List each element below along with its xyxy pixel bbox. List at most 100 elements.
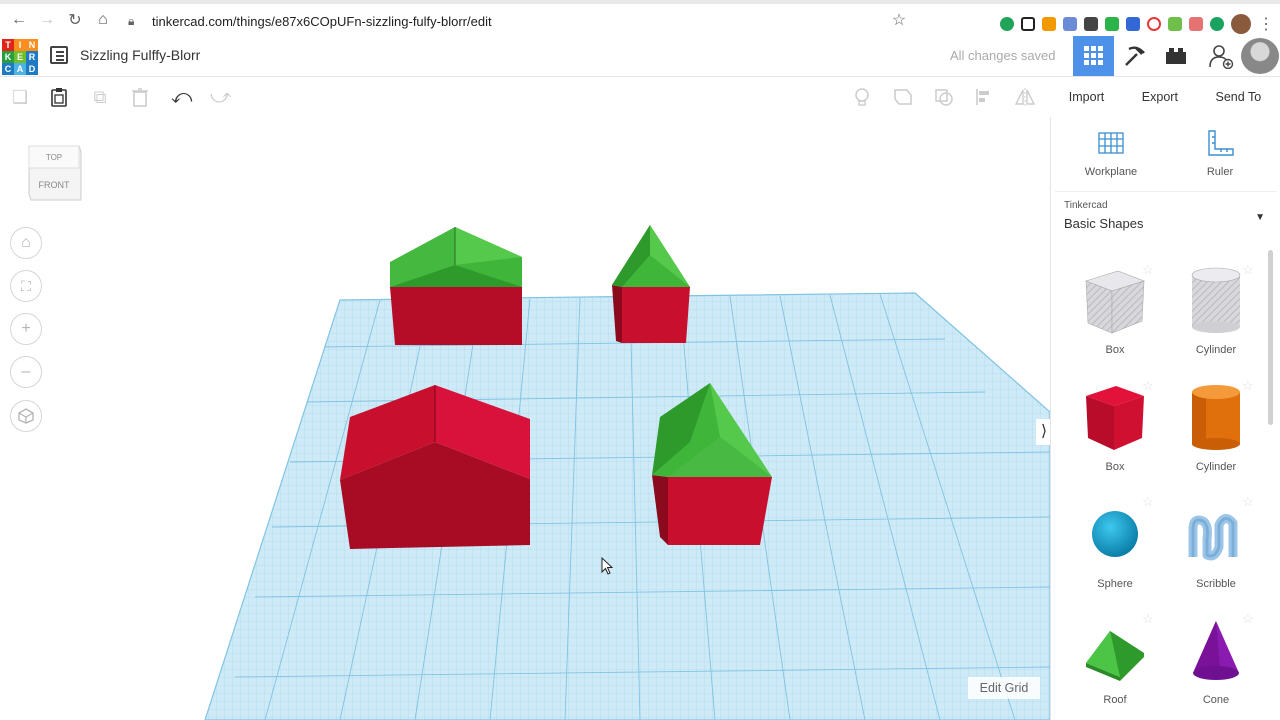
shape-label: Cylinder: [1195, 461, 1237, 473]
design-title[interactable]: Sizzling Fulffy-Blorr: [80, 47, 200, 63]
favorite-star-icon[interactable]: ☆: [1242, 494, 1254, 510]
lock-icon: 🔒︎: [128, 13, 135, 28]
extension-icon[interactable]: [1000, 17, 1014, 31]
house-back-right[interactable]: [612, 225, 690, 343]
box-icon: [1086, 386, 1144, 450]
shape-cylinder[interactable]: Cylinder: [1166, 382, 1266, 473]
extension-icon[interactable]: [1084, 17, 1098, 31]
workplane-grid: [204, 292, 1050, 720]
logo-letter: C: [2, 63, 14, 75]
favorite-star-icon[interactable]: ☆: [1142, 611, 1154, 627]
browser-toolbar: ← → ↻ ⌂ 🔒︎ tinkercad.com/things/e87x6COp…: [0, 0, 1280, 40]
tinkercad-logo[interactable]: T I N K E R C A D: [2, 39, 38, 75]
ungroup-icon[interactable]: [934, 87, 954, 107]
shape-category-selector[interactable]: Tinkercad Basic Shapes ▼: [1055, 191, 1277, 241]
shape-roof[interactable]: Roof: [1065, 615, 1165, 706]
shape-label: Scribble: [1196, 578, 1236, 590]
url-text: tinkercad.com/things/e87x6COpUFn-sizzlin…: [152, 13, 492, 29]
extension-icons: ⋮: [1000, 11, 1274, 37]
extension-icon[interactable]: [1042, 17, 1056, 31]
category-source: Tinkercad: [1064, 200, 1108, 211]
address-bar[interactable]: 🔒︎ tinkercad.com/things/e87x6COpUFn-sizz…: [120, 9, 920, 33]
ruler-icon: [1208, 130, 1234, 156]
save-status: All changes saved: [950, 48, 1056, 63]
logo-letter: R: [26, 51, 38, 63]
redo-icon[interactable]: ⤻: [210, 87, 231, 107]
logo-letter: D: [26, 63, 38, 75]
logo-letter: N: [26, 39, 38, 51]
send-to-button[interactable]: Send To: [1216, 90, 1262, 104]
extension-icon[interactable]: [1063, 17, 1077, 31]
export-button[interactable]: Export: [1142, 90, 1178, 104]
minus-icon: –: [21, 363, 31, 380]
extension-icon[interactable]: [1147, 17, 1161, 31]
ruler-label: Ruler: [1206, 166, 1234, 178]
3d-view-button[interactable]: [1073, 36, 1114, 76]
mirror-icon[interactable]: [1014, 87, 1036, 107]
cylinder-hole-icon: [1191, 267, 1241, 333]
copy-icon[interactable]: ❏: [10, 87, 30, 107]
shape-cylinder-hole[interactable]: Cylinder: [1166, 265, 1266, 356]
extension-icon[interactable]: [1210, 17, 1224, 31]
shape-sphere[interactable]: Sphere: [1065, 499, 1165, 590]
panel-scrollbar[interactable]: [1268, 250, 1273, 425]
reload-icon[interactable]: ↻: [62, 7, 88, 33]
view-cube[interactable]: TOP FRONT: [27, 142, 82, 202]
fit-view-button[interactable]: ⛶: [10, 270, 42, 302]
shape-box[interactable]: Box: [1065, 382, 1165, 473]
pickaxe-icon: [1124, 46, 1145, 66]
favorite-star-icon[interactable]: ☆: [1142, 262, 1154, 278]
bricks-view-button[interactable]: [1155, 36, 1196, 76]
extension-icon[interactable]: [1189, 17, 1203, 31]
perspective-button[interactable]: [10, 400, 42, 432]
zoom-out-button[interactable]: –: [10, 356, 42, 388]
workplane-tool[interactable]: Workplane: [1076, 129, 1146, 178]
profile-avatar[interactable]: [1231, 14, 1251, 34]
favorite-star-icon[interactable]: ☆: [1242, 611, 1254, 627]
zoom-in-button[interactable]: +: [10, 313, 42, 345]
extension-icon[interactable]: [1168, 17, 1182, 31]
blocks-view-button[interactable]: [1114, 36, 1155, 76]
viewcube-front-label: FRONT: [39, 180, 70, 190]
ruler-tool[interactable]: Ruler: [1185, 129, 1255, 178]
undo-icon[interactable]: ⤺: [171, 87, 192, 107]
duplicate-icon[interactable]: ⧉: [90, 87, 110, 107]
house-back-left[interactable]: [390, 227, 522, 345]
user-avatar[interactable]: [1241, 38, 1279, 74]
favorite-star-icon[interactable]: ☆: [1242, 378, 1254, 394]
shape-cone[interactable]: Cone: [1166, 615, 1266, 706]
add-collaborator-button[interactable]: [1200, 36, 1241, 76]
extension-icon[interactable]: [1126, 17, 1140, 31]
sphere-icon: [1092, 511, 1138, 557]
paste-icon[interactable]: [49, 87, 69, 107]
favorite-star-icon[interactable]: ☆: [1242, 262, 1254, 278]
home-view-button[interactable]: ⌂: [10, 227, 42, 259]
logo-letter: T: [2, 39, 14, 51]
group-icon[interactable]: [893, 87, 913, 107]
shape-box-hole[interactable]: Box: [1065, 265, 1165, 356]
design-list-icon[interactable]: [50, 46, 68, 64]
home-icon[interactable]: ⌂: [90, 7, 116, 33]
favorite-star-icon[interactable]: ☆: [1142, 378, 1154, 394]
add-user-icon: [1208, 45, 1233, 69]
browser-menu-icon[interactable]: ⋮: [1258, 11, 1274, 37]
import-button[interactable]: Import: [1069, 90, 1104, 104]
cylinder-icon: [1192, 385, 1240, 450]
3d-workspace[interactable]: TOP FRONT ⌂ ⛶ + – ⟩ Edit Grid: [0, 117, 1050, 720]
shape-scribble[interactable]: Scribble: [1166, 499, 1266, 590]
extension-icon[interactable]: [1105, 17, 1119, 31]
favorite-star-icon[interactable]: ☆: [1142, 494, 1154, 510]
fit-to-view-icon: ⛶: [21, 277, 31, 294]
roof-icon: [1086, 631, 1144, 681]
workplane-label: Workplane: [1084, 166, 1138, 178]
delete-icon[interactable]: [130, 87, 150, 107]
edit-grid-button[interactable]: Edit Grid: [968, 677, 1040, 699]
align-icon[interactable]: [974, 87, 994, 107]
shape-label: Cylinder: [1195, 344, 1237, 356]
light-bulb-icon[interactable]: [852, 87, 872, 107]
back-icon[interactable]: ←: [6, 7, 32, 33]
bookmark-star-icon[interactable]: ☆: [886, 7, 912, 33]
extension-icon[interactable]: [1021, 17, 1035, 31]
forward-icon[interactable]: →: [34, 7, 60, 33]
collapse-panel-button[interactable]: ⟩: [1036, 419, 1050, 445]
